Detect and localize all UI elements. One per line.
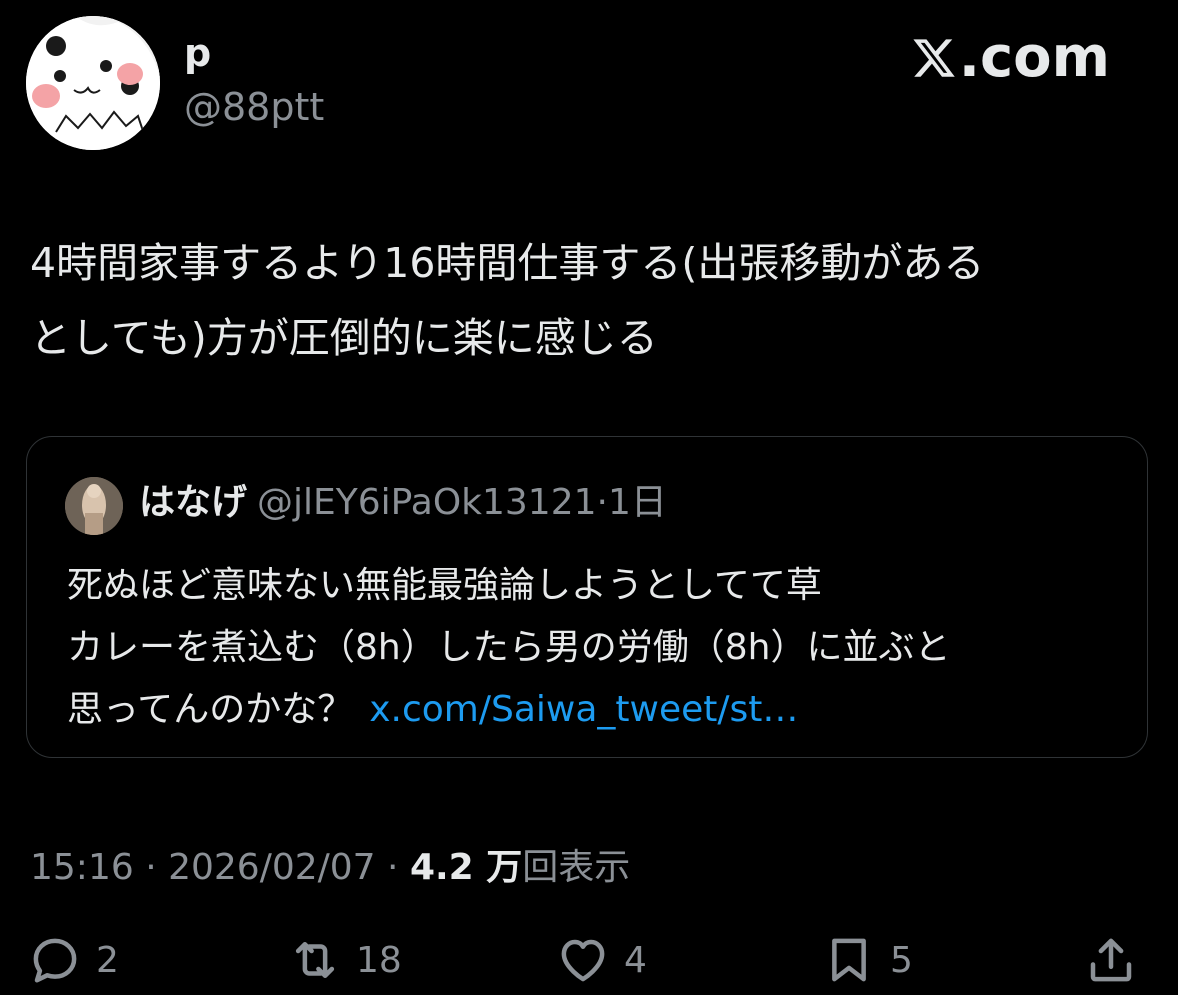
- quote-line-text: 思ってんのかな？: [67, 689, 354, 730]
- quote-timestamp: 1日: [607, 482, 667, 523]
- quote-line: 死ぬほど意味ない無能最強論しようとしてて草: [67, 565, 822, 606]
- heart-icon: [561, 939, 605, 982]
- quote-line-last: 思ってんのかな？ x.com/Saiwa_tweet/st…: [67, 679, 1127, 741]
- reply-count: 2: [96, 939, 119, 981]
- brand-domain: .com: [958, 25, 1110, 90]
- retweet-button[interactable]: 18: [288, 930, 402, 990]
- meta-separator: ·: [375, 847, 410, 888]
- tweet-time[interactable]: 15:16: [30, 847, 134, 888]
- quote-body: 死ぬほど意味ない無能最強論しようとしてて草 カレーを煮込む（8h）したら男の労働…: [67, 555, 1127, 741]
- author-handle[interactable]: @88ptt: [184, 88, 324, 126]
- quote-line: カレーを煮込む（8h）したら男の労働（8h）に並ぶと: [67, 627, 951, 668]
- tweet-meta: 15:16 · 2026/02/07 · 4.2 万回表示: [30, 838, 630, 890]
- view-count: 4.2 万: [409, 847, 523, 888]
- bookmark-icon: [832, 938, 866, 982]
- author-display-name[interactable]: p: [184, 34, 211, 72]
- quote-avatar[interactable]: [65, 477, 123, 535]
- reply-icon: [33, 938, 77, 983]
- bookmark-count: 5: [890, 939, 913, 981]
- quote-header: はなげ @jlEY6iPaOk13121·1日: [139, 485, 667, 521]
- like-button[interactable]: 4: [556, 930, 647, 990]
- tweet-date[interactable]: 2026/02/07: [168, 847, 376, 888]
- tweet-screenshot: p @88ptt .com 4時間家事するより16時間仕事する(出張移動がある …: [0, 0, 1178, 995]
- action-bar: 2 18 4 5: [0, 930, 1178, 990]
- brand-watermark: .com: [911, 30, 1110, 86]
- panda-avatar-icon: [26, 16, 160, 150]
- retweet-icon: [295, 942, 335, 978]
- author-avatar[interactable]: [26, 16, 160, 150]
- tweet-text: 4時間家事するより16時間仕事する(出張移動がある としても)方が圧倒的に楽に感…: [30, 239, 985, 362]
- reply-button[interactable]: 2: [28, 930, 119, 990]
- quote-display-name[interactable]: はなげ: [139, 482, 247, 523]
- share-icon: [1090, 938, 1132, 982]
- quote-separator: ·: [596, 482, 608, 523]
- x-logo-icon: [913, 39, 955, 77]
- share-button[interactable]: [1084, 930, 1138, 990]
- quote-avatar-image: [65, 477, 123, 535]
- like-count: 4: [624, 939, 647, 981]
- quote-link[interactable]: x.com/Saiwa_tweet/st…: [369, 689, 798, 730]
- retweet-count: 18: [356, 939, 402, 981]
- bookmark-button[interactable]: 5: [822, 930, 913, 990]
- quote-handle[interactable]: @jlEY6iPaOk13121: [257, 482, 597, 523]
- quoted-tweet-card[interactable]: はなげ @jlEY6iPaOk13121·1日 死ぬほど意味ない無能最強論しようと…: [26, 436, 1148, 758]
- meta-separator: ·: [133, 847, 169, 888]
- view-count-label: 回表示: [522, 847, 631, 888]
